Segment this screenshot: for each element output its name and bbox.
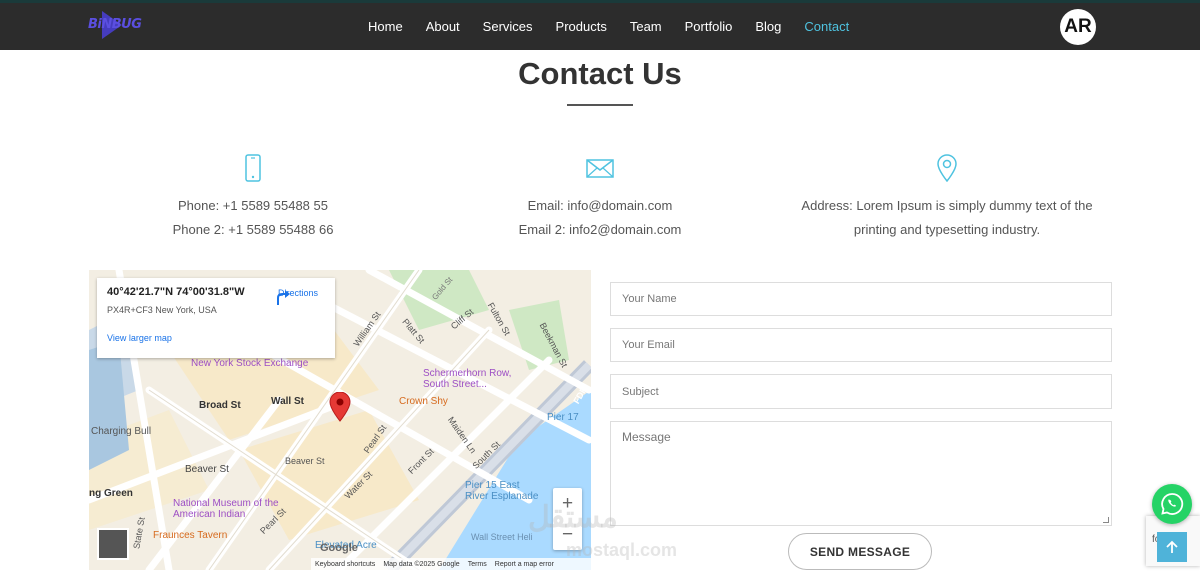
- brand-logo[interactable]: BiNBUG: [88, 9, 142, 45]
- nav-item-blog[interactable]: Blog: [755, 19, 781, 34]
- email-info: Email: info@domain.com Email 2: info2@do…: [430, 152, 770, 242]
- email-text: Email: info@domain.com: [527, 198, 673, 213]
- page-title: Contact Us: [518, 56, 682, 91]
- map-label-wall-st-heli: Wall Street Heli: [471, 532, 533, 542]
- nav-item-portfolio[interactable]: Portfolio: [685, 19, 733, 34]
- address-line1: Address: Lorem Ipsum is simply dummy tex…: [801, 198, 1093, 213]
- watermark-logo: مستقل: [528, 501, 618, 534]
- whatsapp-button[interactable]: [1152, 484, 1192, 524]
- nav-item-team[interactable]: Team: [630, 19, 662, 34]
- nav-item-products[interactable]: Products: [556, 19, 607, 34]
- terms-link[interactable]: Terms: [468, 561, 487, 568]
- nav-menu: Home About Services Products Team Portfo…: [368, 3, 872, 50]
- subject-input[interactable]: Subject: [610, 374, 1112, 409]
- logo-text: BiNBUG: [88, 17, 142, 32]
- map-label-beaver-st: Beaver St: [185, 464, 229, 475]
- map-plus-code: PX4R+CF3 New York, USA: [107, 305, 217, 315]
- map-footer: Keyboard shortcuts Map data ©2025 Google…: [311, 558, 591, 570]
- envelope-icon: [430, 152, 770, 184]
- phone-info: Phone: +1 5589 55488 55 Phone 2: +1 5589…: [83, 152, 423, 242]
- navbar: BiNBUG Home About Services Products Team…: [0, 0, 1200, 50]
- arrow-up-icon: [1166, 540, 1178, 553]
- back-to-top-button[interactable]: [1157, 532, 1187, 562]
- map-label-wall-st: Wall St: [271, 396, 304, 407]
- map-label-charging-bull[interactable]: Charging Bull: [91, 426, 151, 437]
- phone-text: Phone: +1 5589 55488 55: [177, 198, 328, 213]
- language-toggle-button[interactable]: AR: [1060, 9, 1096, 45]
- map-label-nyse[interactable]: New York Stock Exchange: [191, 358, 308, 369]
- watermark-url: mostaql.com: [566, 540, 678, 560]
- address-info: Address: Lorem Ipsum is simply dummy tex…: [777, 152, 1117, 242]
- directions-button[interactable]: Directions: [273, 288, 323, 305]
- name-input[interactable]: Your Name: [610, 282, 1112, 316]
- title-underline: [567, 104, 633, 106]
- textarea-resize-handle[interactable]: [1103, 517, 1109, 523]
- mobile-phone-icon: [83, 152, 423, 184]
- nav-item-home[interactable]: Home: [368, 19, 403, 34]
- map-label-pier17[interactable]: Pier 17: [547, 412, 579, 423]
- map-data-text: Map data ©2025 Google: [383, 560, 460, 568]
- map-label-crown-shy[interactable]: Crown Shy: [399, 396, 448, 407]
- map-info-card: 40°42'21.7"N 74°00'31.8"W PX4R+CF3 New Y…: [97, 278, 335, 358]
- report-map-error-link[interactable]: Report a map error: [495, 561, 554, 568]
- google-map[interactable]: New York Stock Exchange Broad St Wall St…: [89, 270, 591, 570]
- view-larger-map-link[interactable]: View larger map: [107, 333, 172, 343]
- map-coordinates: 40°42'21.7"N 74°00'31.8"W: [107, 286, 245, 298]
- nav-item-services[interactable]: Services: [483, 19, 533, 34]
- map-label-pier15[interactable]: Pier 15 East River Esplanade: [465, 480, 545, 502]
- map-label-schermerhorn[interactable]: Schermerhorn Row, South Street...: [423, 368, 533, 390]
- nav-item-contact[interactable]: Contact: [804, 19, 849, 34]
- address-line2: printing and typesetting industry.: [853, 222, 1041, 237]
- send-message-button[interactable]: SEND MESSAGE: [788, 533, 932, 570]
- email2-text: Email 2: info2@domain.com: [518, 222, 682, 237]
- keyboard-shortcuts-link[interactable]: Keyboard shortcuts: [315, 561, 375, 568]
- whatsapp-icon: [1161, 493, 1184, 515]
- map-label-bowling-green: ng Green: [89, 488, 133, 499]
- message-textarea[interactable]: Message: [610, 421, 1112, 526]
- map-layer-thumbnail[interactable]: [97, 528, 129, 560]
- map-label-beaver-st-2: Beaver St: [285, 456, 325, 466]
- map-label-museum[interactable]: National Museum of the American Indian: [173, 498, 283, 520]
- phone2-text: Phone 2: +1 5589 55488 66: [172, 222, 334, 237]
- location-pin-icon: [777, 152, 1117, 184]
- map-label-broad-st: Broad St: [199, 400, 241, 411]
- nav-item-about[interactable]: About: [426, 19, 460, 34]
- message-placeholder: Message: [622, 430, 671, 444]
- map-label-fraunces[interactable]: Fraunces Tavern: [153, 530, 227, 541]
- google-logo: Google: [320, 542, 358, 554]
- email-input[interactable]: Your Email: [610, 328, 1112, 362]
